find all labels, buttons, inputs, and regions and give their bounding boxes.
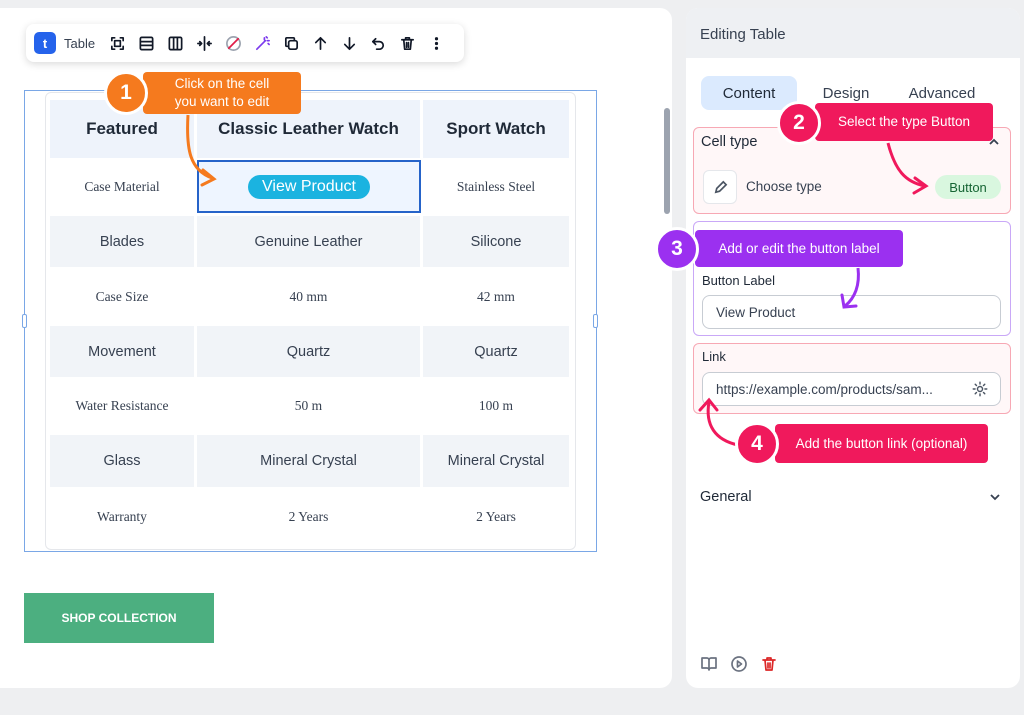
play-icon[interactable] [730,655,748,673]
split-icon[interactable] [192,30,217,56]
magic-icon[interactable] [250,30,275,56]
table-cell[interactable]: Silicone [423,216,569,267]
callout-2-text: Select the type Button [815,103,993,141]
more-icon[interactable] [424,30,449,56]
cell-type-title: Cell type [701,134,758,150]
callout-4-number: 4 [735,422,779,466]
panel-title: Editing Table [686,8,1020,58]
resize-handle-left[interactable] [22,314,27,328]
table-cell[interactable]: 40 mm [197,270,420,323]
callout-3-number: 3 [655,227,699,271]
table-cell[interactable]: Quartz [197,326,420,377]
shop-collection-button[interactable]: SHOP COLLECTION [24,593,214,643]
select-cell-icon[interactable] [105,30,130,56]
toolbar-block-label: Table [64,35,96,51]
arrow-down-icon[interactable] [337,30,362,56]
table-toolbar: t Table [26,24,464,62]
table-cell[interactable]: Case Material [50,161,194,213]
table-cell[interactable]: Mineral Crystal [197,435,420,487]
table-cell[interactable]: Mineral Crystal [423,435,569,487]
general-section-title[interactable]: General [700,489,752,505]
pencil-icon [714,180,727,193]
columns-icon[interactable] [163,30,188,56]
callout-4-text: Add the button link (optional) [775,424,988,463]
table-cell[interactable]: Blades [50,216,194,267]
table-cell[interactable]: 2 Years [423,490,569,544]
callout-3-text: Add or edit the button label [695,230,903,267]
duplicate-icon[interactable] [279,30,304,56]
no-color-icon[interactable] [221,30,246,56]
table-cell[interactable]: 42 mm [423,270,569,323]
button-label-title: Button Label [702,273,776,288]
table-block-icon[interactable]: t [34,32,56,54]
table-cell[interactable]: 50 m [197,380,420,432]
panel-footer [700,655,778,673]
book-icon[interactable] [700,655,718,673]
arrow-up-icon[interactable] [308,30,333,56]
button-label-input[interactable]: View Product [702,295,1001,329]
view-product-cell-button[interactable]: View Product [248,174,370,199]
table-cell[interactable]: Case Size [50,270,194,323]
trash-icon[interactable] [395,30,420,56]
callout-1-number: 1 [104,71,148,115]
table-cell[interactable]: Glass [50,435,194,487]
undo-icon[interactable] [366,30,391,56]
choose-type-label: Choose type [746,179,822,194]
choose-type-button[interactable] [703,170,737,204]
callout-2-number: 2 [777,101,821,145]
table-cell[interactable]: Stainless Steel [423,161,569,213]
table-cell[interactable]: 2 Years [197,490,420,544]
table-header-cell[interactable]: Sport Watch [423,100,569,158]
gear-icon[interactable] [971,380,989,398]
table-cell[interactable]: Quartz [423,326,569,377]
canvas-scrollbar[interactable] [664,108,670,214]
tab-content[interactable]: Content [701,76,797,110]
table-cell[interactable]: Genuine Leather [197,216,420,267]
table-cell[interactable]: 100 m [423,380,569,432]
chevron-down-icon[interactable] [989,491,1001,503]
cell-type-button-option[interactable]: Button [935,175,1001,199]
table-cell[interactable]: Water Resistance [50,380,194,432]
link-input[interactable]: https://example.com/products/sam... [702,372,1001,406]
link-title: Link [702,349,726,364]
rows-icon[interactable] [134,30,159,56]
selected-table-cell[interactable]: View Product [197,160,421,213]
table-cell[interactable]: Warranty [50,490,194,544]
table-cell[interactable]: Movement [50,326,194,377]
callout-1-text: Click on the cell you want to edit [143,72,301,114]
resize-handle-right[interactable] [593,314,598,328]
delete-icon[interactable] [760,655,778,673]
